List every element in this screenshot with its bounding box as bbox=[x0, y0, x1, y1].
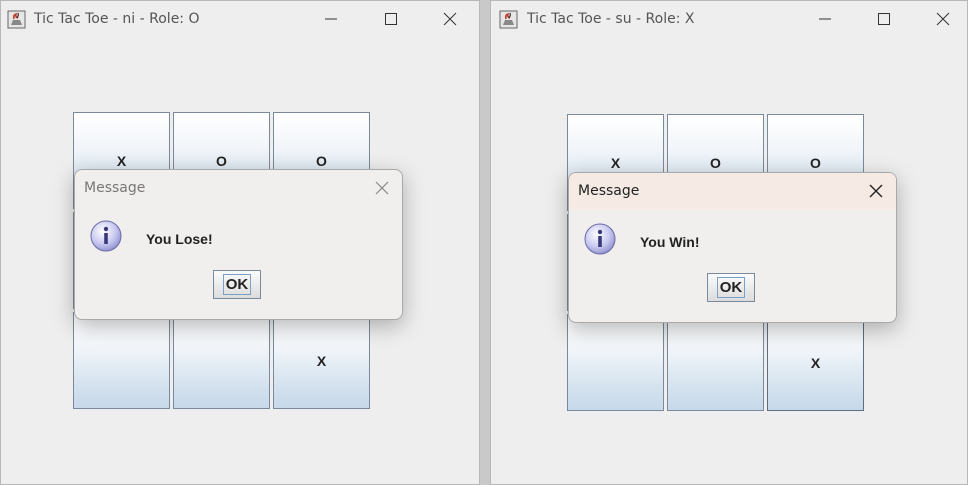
board-cell-9[interactable]: X bbox=[767, 314, 864, 411]
message-dialog: Message You Lose! OK bbox=[74, 169, 403, 320]
minimize-button[interactable] bbox=[811, 7, 839, 31]
title-bar[interactable]: Tic Tac Toe - ni - Role: O bbox=[1, 1, 479, 39]
minimize-button[interactable] bbox=[317, 7, 345, 31]
close-icon[interactable] bbox=[868, 183, 884, 199]
dialog-title: Message bbox=[578, 183, 640, 199]
java-cup-icon bbox=[499, 10, 518, 29]
close-icon bbox=[936, 12, 950, 26]
window-title: Tic Tac Toe - su - Role: X bbox=[527, 11, 695, 27]
close-icon bbox=[443, 12, 457, 26]
info-icon bbox=[584, 223, 616, 255]
close-icon[interactable] bbox=[374, 180, 390, 196]
message-dialog: Message You Win! OK bbox=[568, 172, 897, 323]
board-cell-8[interactable] bbox=[667, 314, 764, 411]
ok-button-label: OK bbox=[222, 274, 252, 295]
board-cell-9[interactable]: X bbox=[273, 312, 370, 409]
minimize-icon bbox=[325, 18, 337, 20]
close-button[interactable] bbox=[929, 7, 957, 31]
ok-button-label: OK bbox=[716, 277, 746, 298]
maximize-icon bbox=[878, 13, 890, 25]
board-cell-7[interactable] bbox=[567, 314, 664, 411]
window-title: Tic Tac Toe - ni - Role: O bbox=[34, 11, 200, 27]
info-icon bbox=[90, 220, 122, 252]
board-cell-8[interactable] bbox=[173, 312, 270, 409]
dialog-message: You Lose! bbox=[146, 231, 213, 247]
board-cell-7[interactable] bbox=[73, 312, 170, 409]
maximize-icon bbox=[385, 13, 397, 25]
close-button[interactable] bbox=[436, 7, 464, 31]
ok-button[interactable]: OK bbox=[213, 270, 261, 299]
java-cup-icon bbox=[7, 10, 26, 29]
maximize-button[interactable] bbox=[870, 7, 898, 31]
maximize-button[interactable] bbox=[377, 7, 405, 31]
ok-button[interactable]: OK bbox=[707, 273, 755, 302]
minimize-icon bbox=[819, 18, 831, 20]
dialog-message: You Win! bbox=[640, 234, 700, 250]
title-bar[interactable]: Tic Tac Toe - su - Role: X bbox=[491, 1, 967, 39]
dialog-title: Message bbox=[84, 180, 146, 196]
